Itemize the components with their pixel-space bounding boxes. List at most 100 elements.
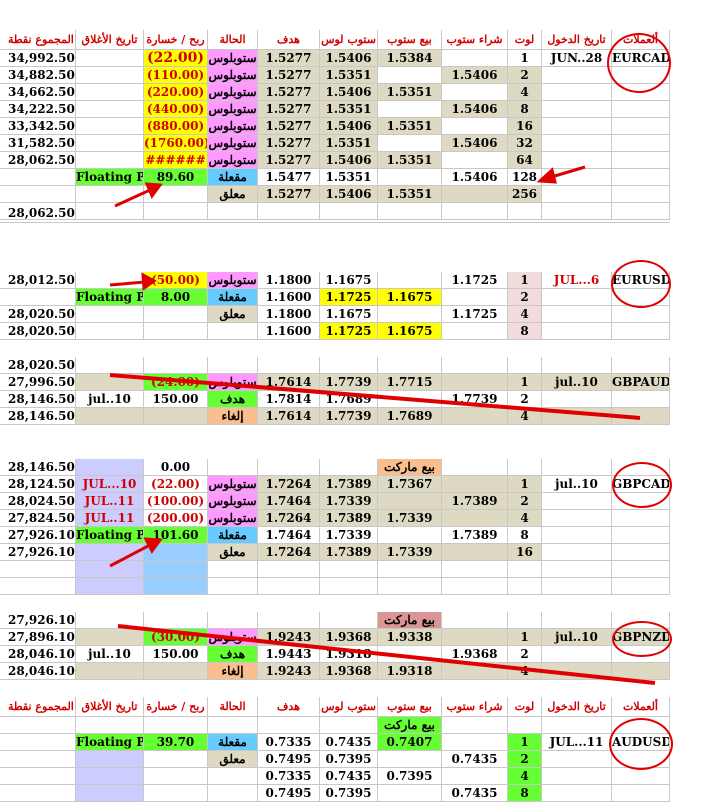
cell-sellstop[interactable] [378,357,442,374]
cell-buystop[interactable] [442,612,508,629]
cell-entry[interactable] [542,391,612,408]
cell-pl[interactable] [144,717,208,734]
header-close[interactable]: تاريخ الأغلاق [76,30,144,50]
cell-buystop[interactable] [442,768,508,785]
cell-sl[interactable]: 1.9368 [320,629,378,646]
cell-sl[interactable] [320,561,378,578]
cell-close[interactable] [76,118,144,135]
cell-target[interactable]: 1.1800 [258,306,320,323]
cell-entry[interactable] [542,561,612,578]
cell-close[interactable] [76,717,144,734]
cell-pl[interactable] [144,544,208,561]
cell-sl[interactable]: 1.1725 [320,289,378,306]
cell-sellstop[interactable]: 1.7339 [378,544,442,561]
cell-close[interactable] [76,357,144,374]
cell-entry[interactable]: JUN..28 [542,50,612,67]
cell-entry[interactable]: jul..10 [542,374,612,391]
cell-buystop[interactable] [442,84,508,101]
cell-target[interactable] [258,203,320,223]
cell-target[interactable] [258,357,320,374]
cell-status[interactable]: ستوبلوس [208,272,258,289]
cell-cur[interactable] [612,357,670,374]
cell-total[interactable]: 28,046.10 [0,663,76,680]
cell-status[interactable]: ستوبلوس [208,67,258,84]
cell-pl[interactable]: (220.00) [144,84,208,101]
cell-status[interactable]: ستوبلوس [208,374,258,391]
cell-sl[interactable]: 0.7435 [320,734,378,751]
cell-entry[interactable] [542,203,612,223]
header-status[interactable]: الحالة [208,697,258,717]
cell-target[interactable]: 1.9443 [258,646,320,663]
cell-sellstop[interactable] [378,391,442,408]
cell-status[interactable] [208,578,258,595]
cell-total[interactable] [0,289,76,306]
cell-sl[interactable]: 1.1725 [320,323,378,340]
cell-buystop[interactable] [442,357,508,374]
cell-status[interactable]: ستوبلوس [208,135,258,152]
cell-buystop[interactable] [442,476,508,493]
cell-total[interactable]: 34,662.50 [0,84,76,101]
cell-lot[interactable]: 2 [508,751,542,768]
cell-total[interactable]: 28,146.50 [0,459,76,476]
cell-pl[interactable] [144,357,208,374]
cell-cur[interactable] [612,408,670,425]
cell-buystop[interactable] [442,734,508,751]
cell-status[interactable]: معلق [208,544,258,561]
cell-buystop[interactable]: 1.7389 [442,493,508,510]
cell-cur[interactable] [612,135,670,152]
cell-status[interactable]: ستوبلوس [208,50,258,67]
cell-buystop[interactable] [442,118,508,135]
cell-total[interactable]: 28,020.50 [0,357,76,374]
cell-cur[interactable]: GBPNZD [612,629,670,646]
cell-buystop[interactable]: 1.1725 [442,272,508,289]
cell-close[interactable] [76,203,144,223]
cell-lot[interactable] [508,459,542,476]
cell-total[interactable] [0,561,76,578]
cell-entry[interactable] [542,118,612,135]
cell-target[interactable]: 0.7495 [258,751,320,768]
cell-cur[interactable] [612,527,670,544]
cell-status[interactable]: ستوبلوس [208,476,258,493]
cell-status[interactable] [208,459,258,476]
cell-sellstop[interactable] [378,67,442,84]
cell-pl[interactable]: (880.00) [144,118,208,135]
cell-lot[interactable]: 1 [508,476,542,493]
cell-sl[interactable]: 1.7689 [320,391,378,408]
cell-status[interactable] [208,768,258,785]
cell-total[interactable] [0,186,76,203]
cell-entry[interactable] [542,84,612,101]
cell-entry[interactable] [542,751,612,768]
cell-buystop[interactable] [442,50,508,67]
cell-status[interactable]: معلق [208,306,258,323]
cell-status[interactable] [208,203,258,223]
header-entry[interactable]: تاريخ الدخول [542,697,612,717]
header-target[interactable]: هدف [258,697,320,717]
cell-buystop[interactable]: 1.7389 [442,527,508,544]
cell-buystop[interactable]: 0.7435 [442,751,508,768]
cell-sellstop[interactable] [378,646,442,663]
cell-sellstop[interactable]: 1.5351 [378,118,442,135]
cell-sellstop[interactable]: 1.1675 [378,289,442,306]
cell-pl[interactable] [144,186,208,203]
cell-cur[interactable]: EURCAD [612,50,670,67]
cell-cur[interactable] [612,186,670,203]
cell-buystop[interactable] [442,323,508,340]
cell-lot[interactable]: 1 [508,374,542,391]
cell-buystop[interactable] [442,203,508,223]
cell-pl[interactable]: 8.00 [144,289,208,306]
cell-sellstop[interactable] [378,306,442,323]
cell-cur[interactable] [612,323,670,340]
header-sl[interactable]: ستوب لوس [320,30,378,50]
cell-sl[interactable]: 1.5406 [320,152,378,169]
cell-sl[interactable]: 1.7389 [320,476,378,493]
cell-lot[interactable]: 128 [508,169,542,186]
cell-status[interactable]: مقعلة [208,169,258,186]
cell-sellstop[interactable]: 1.9338 [378,629,442,646]
cell-cur[interactable] [612,717,670,734]
cell-target[interactable]: 1.9243 [258,629,320,646]
cell-sellstop[interactable]: 1.9318 [378,663,442,680]
cell-total[interactable] [0,785,76,802]
cell-close[interactable]: jul..10 [76,391,144,408]
cell-entry[interactable]: JUL...11 [542,734,612,751]
cell-target[interactable]: 1.7264 [258,510,320,527]
